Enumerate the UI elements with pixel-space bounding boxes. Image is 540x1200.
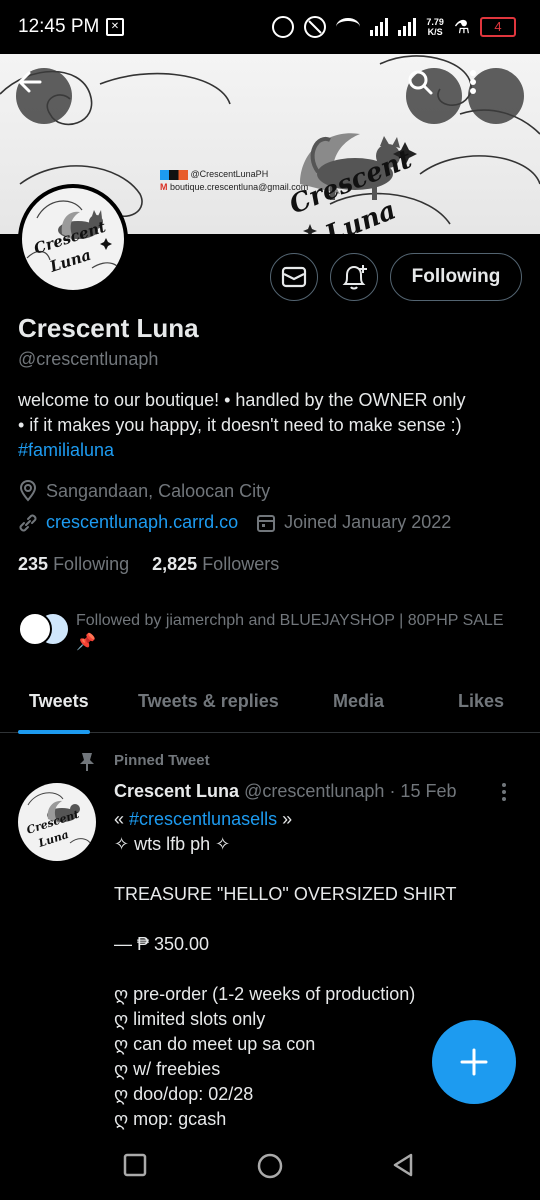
tweet-line: — ₱ 350.00 [114,934,210,954]
tweet-line [114,857,514,882]
avatar-logo: Crescent Luna [26,200,123,279]
mail-icon [281,266,307,288]
tab-media[interactable]: Media [333,691,384,712]
more-button[interactable] [468,68,524,124]
tweet-line: ღ pre-order (1-2 weeks of production) [114,984,416,1004]
notifications-button[interactable] [330,253,378,301]
pin-icon [80,753,94,771]
followed-by-text: Followed by jiamerchph and BLUEJAYSHOP |… [76,610,526,654]
tab-tweets-replies[interactable]: Tweets & replies [138,691,279,712]
triangle-back-icon[interactable] [390,1152,416,1178]
banner-email: boutique.crescentluna@gmail.com [170,182,309,192]
circle-icon[interactable] [256,1152,284,1180]
follower-avatar-1 [18,612,52,646]
following-button[interactable]: Following [390,253,522,301]
signal-icon [370,18,389,36]
followers-stat[interactable]: 2,825 Followers [152,554,279,574]
status-time: 12:45 PM [18,16,100,37]
website-link[interactable]: crescentlunaph.carrd.co [46,512,238,533]
tweet-header: Crescent Luna @crescentlunaph · 15 Feb [114,781,456,802]
battery-indicator: 4 [480,17,516,37]
search-button[interactable] [406,68,462,124]
gmail-icon: M [160,182,168,192]
tweet-hashtag-line: « #crescentlunasells » [114,807,514,832]
profile-stats: 235 Following 2,825 Followers [18,554,279,575]
wifi-icon [336,18,361,36]
network-speed-value: 7.79 [426,17,444,27]
network-speed: 7.79 K/S [426,17,444,37]
joined-date: Joined January 2022 [284,512,452,532]
tweet-line [114,957,514,982]
bio-line-2: • if it makes you happy, it doesn't need… [18,415,462,435]
tweet-line: TREASURE "HELLO" OVERSIZED SHIRT [114,884,457,904]
profile-tabs: Tweets Tweets & replies Media Likes [0,677,540,733]
message-button[interactable] [270,253,318,301]
more-vertical-icon [502,783,506,801]
profile-bio: welcome to our boutique! • handled by th… [18,388,528,463]
compose-plus-icon [460,1048,488,1076]
status-icons: 7.79 K/S ⚗ 4 [272,14,516,40]
sim-card-icon: ✕ [106,18,124,36]
tweet-date: · 15 Feb [389,781,457,801]
location-pin-icon [19,480,37,502]
tweet-author-avatar[interactable]: Crescent Luna [18,783,96,861]
followed-by-avatars [18,612,70,646]
pinned-tweet-label: Pinned Tweet [114,752,210,769]
profile-avatar[interactable]: Crescent Luna [18,184,128,294]
active-tab-indicator [18,730,90,734]
banner-social-handle: @CrescentLunaPH [190,169,269,179]
tweet-more-button[interactable] [500,782,508,802]
followed-by-names: Followed by jiamerchph and BLUEJAYSHOP |… [76,612,504,629]
signal-icon-2 [398,18,417,36]
link-icon [19,514,37,531]
system-nav-bar [0,1130,540,1200]
hashtag-prefix: « [114,809,130,829]
calendar-icon [257,514,276,532]
network-speed-unit: K/S [427,27,443,37]
bio-hashtag-link[interactable]: #familialuna [18,438,528,463]
tab-tweets[interactable]: Tweets [29,691,89,712]
profile-location: Sangandaan, Caloocan City [18,480,270,502]
tab-likes[interactable]: Likes [458,691,504,712]
followers-count: 2,825 [152,554,198,574]
tweet-line: ღ mop: gcash [114,1109,227,1129]
alarm-icon [272,16,295,38]
social-icons [160,169,188,180]
tweet-avatar-logo: Crescent Luna [25,792,93,850]
compose-tweet-button[interactable] [432,1020,516,1104]
banner-contact-info: @CrescentLunaPH M boutique.crescentluna@… [160,168,308,194]
following-label: Following [53,554,130,574]
tweet-line [114,907,514,932]
followers-label: Followers [202,554,280,574]
arrow-left-icon [18,71,42,93]
search-icon [408,70,433,95]
following-count: 235 [18,554,49,574]
bell-plus-icon [342,265,367,290]
profile-handle: @crescentlunaph [18,349,159,369]
tweet-hashtag-link[interactable]: #crescentlunasells [129,809,277,829]
tweet-author-name[interactable]: Crescent Luna [114,781,239,801]
location-text: Sangandaan, Caloocan City [46,480,271,501]
followed-by-emoji: 📌 [76,634,96,651]
profile-website-row: crescentlunaph.carrd.co Joined January 2… [18,512,451,533]
profile-name: Crescent Luna [18,313,199,343]
square-icon[interactable] [122,1152,148,1178]
following-stat[interactable]: 235 Following [18,554,129,574]
status-bar: 12:45 PM ✕ 7.79 K/S ⚗ 4 [0,0,540,54]
tweet-author-handle: @crescentlunaph [244,781,385,801]
do-not-disturb-icon [304,16,327,38]
more-vertical-icon [470,70,476,94]
hashtag-suffix: » [277,809,293,829]
flask-icon: ⚗ [453,16,470,37]
tweet-line: ✧ wts lfb ph ✧ [114,834,231,854]
bio-line-1: welcome to our boutique! • handled by th… [18,390,466,410]
back-button[interactable] [16,68,72,124]
